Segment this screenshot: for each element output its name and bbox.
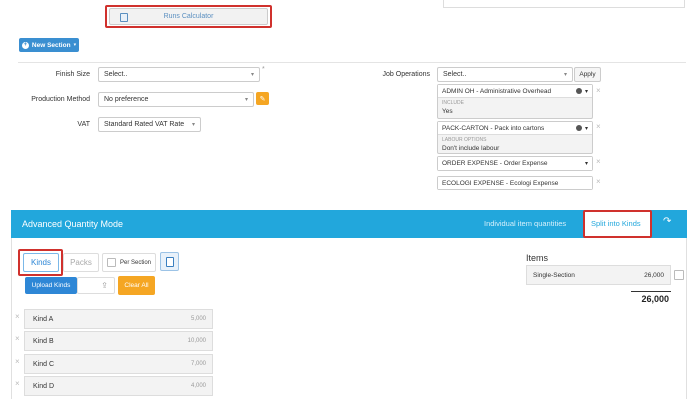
info-icon	[575, 125, 582, 131]
items-row-label: Single-Section	[533, 271, 575, 279]
per-section-label: Per Section	[120, 259, 152, 266]
kinds-tab[interactable]: Kinds	[23, 253, 59, 272]
operation-header[interactable]: PACK-CARTON - Pack into cartons ▾	[438, 122, 592, 135]
vat-value: Standard Rated VAT Rate	[104, 121, 185, 128]
operation-option-value: Yes	[442, 108, 453, 115]
operation-option-label: INCLUDE	[442, 100, 464, 106]
chevron-down-icon: ▾	[584, 88, 588, 95]
calculator-button[interactable]	[160, 252, 179, 271]
production-method-select[interactable]: No preference ▾	[98, 92, 254, 107]
remove-operation-icon[interactable]: ×	[596, 177, 601, 186]
remove-operation-icon[interactable]: ×	[596, 86, 601, 95]
finish-size-label: Finish Size	[55, 71, 90, 78]
job-operations-label: Job Operations	[382, 71, 430, 78]
aqm-title: Advanced Quantity Mode	[22, 219, 124, 229]
items-row-value: 26,000	[644, 271, 664, 279]
remove-kind-icon[interactable]: ×	[15, 334, 20, 343]
new-section-label: New Section	[31, 41, 71, 49]
kind-name: Kind B	[33, 337, 54, 345]
per-section-toggle[interactable]: Per Section	[102, 253, 156, 272]
operation-title: PACK-CARTON - Pack into cartons	[442, 124, 545, 132]
apply-button[interactable]: Apply	[574, 67, 601, 82]
individual-quantities-tab[interactable]: Individual item quantities	[484, 219, 566, 228]
finish-size-select[interactable]: Select.. ▾	[98, 67, 260, 82]
kind-quantity: 7,000	[190, 361, 206, 367]
kind-quantity: 5,000	[190, 316, 206, 322]
packs-tab[interactable]: Packs	[63, 253, 99, 272]
chevron-down-icon: ▾	[584, 125, 588, 132]
upload-icon[interactable]: ⇪	[77, 277, 115, 294]
production-method-label: Production Method	[31, 96, 90, 103]
operation-option-label: LABOUR OPTIONS	[442, 137, 487, 143]
chevron-down-icon: ▾	[250, 72, 254, 78]
kind-name: Kind C	[33, 360, 55, 368]
plus-icon: +	[21, 41, 29, 49]
remove-operation-icon[interactable]: ×	[596, 157, 601, 166]
vat-label: VAT	[77, 121, 90, 128]
kind-row[interactable]: Kind D 4,000	[24, 376, 213, 396]
kind-quantity: 10,000	[187, 338, 206, 344]
required-asterisk: *	[262, 66, 265, 73]
operation-header[interactable]: ADMIN OH - Administrative Overhead ▾	[438, 85, 592, 98]
operation-card: ORDER EXPENSE - Order Expense ▾	[437, 156, 593, 171]
runs-calculator-label: Runs Calculator	[163, 13, 214, 20]
kind-quantity: 4,000	[190, 383, 206, 389]
share-icon[interactable]: ↷	[663, 216, 671, 227]
operation-header[interactable]: ECOLOGI EXPENSE - Ecologi Expense	[438, 177, 592, 189]
chevron-down-icon: ▾	[73, 42, 77, 48]
edit-pencil-button[interactable]: ✎	[256, 92, 269, 105]
kind-row[interactable]: Kind A 5,000	[24, 309, 213, 329]
operation-card: ADMIN OH - Administrative Overhead ▾ INC…	[437, 84, 593, 119]
divider	[18, 62, 686, 63]
calculator-icon	[165, 256, 174, 267]
operation-title: ORDER EXPENSE - Order Expense	[442, 160, 548, 167]
remove-kind-icon[interactable]: ×	[15, 357, 20, 366]
job-operations-value: Select..	[443, 71, 467, 78]
remove-kind-icon[interactable]: ×	[15, 312, 20, 321]
job-operations-select[interactable]: Select.. ▾	[437, 67, 573, 82]
chevron-down-icon: ▾	[563, 72, 567, 78]
kind-name: Kind D	[33, 382, 55, 390]
remove-operation-icon[interactable]: ×	[596, 122, 601, 131]
finish-size-value: Select..	[104, 71, 128, 78]
remove-kind-icon[interactable]: ×	[15, 379, 20, 388]
operation-title: ADMIN OH - Administrative Overhead	[442, 87, 552, 95]
split-into-kinds-tab[interactable]: Split into Kinds	[591, 219, 641, 228]
operation-card: ECOLOGI EXPENSE - Ecologi Expense	[437, 176, 593, 190]
chevron-down-icon: ▾	[244, 97, 248, 103]
chevron-down-icon: ▾	[584, 161, 588, 167]
vat-select[interactable]: Standard Rated VAT Rate ▾	[98, 117, 201, 132]
items-row: Single-Section 26,000	[526, 265, 671, 285]
operation-card: PACK-CARTON - Pack into cartons ▾ LABOUR…	[437, 121, 593, 154]
items-total: 26,000	[641, 294, 669, 304]
kind-name: Kind A	[33, 315, 54, 323]
items-title: Items	[526, 253, 549, 263]
calculator-icon	[120, 13, 128, 22]
checkbox[interactable]	[107, 258, 116, 267]
chevron-down-icon: ▾	[191, 122, 195, 128]
operation-option-value: Don't include labour	[442, 145, 500, 152]
runs-calculator-button[interactable]: Runs Calculator	[109, 8, 268, 25]
top-right-panel-edge	[443, 0, 685, 8]
items-row-checkbox[interactable]	[674, 270, 684, 280]
operation-header[interactable]: ORDER EXPENSE - Order Expense ▾	[438, 157, 592, 170]
production-method-value: No preference	[104, 96, 149, 103]
info-icon	[575, 88, 582, 94]
new-section-button[interactable]: + New Section ▾	[19, 38, 79, 52]
kind-row[interactable]: Kind C 7,000	[24, 354, 213, 374]
total-divider	[631, 291, 671, 292]
operation-title: ECOLOGI EXPENSE - Ecologi Expense	[442, 179, 559, 187]
upload-kinds-button[interactable]: Upload Kinds	[25, 277, 77, 294]
clear-all-button[interactable]: Clear All	[118, 276, 155, 295]
pencil-icon: ✎	[259, 95, 266, 103]
kind-row[interactable]: Kind B 10,000	[24, 331, 213, 351]
